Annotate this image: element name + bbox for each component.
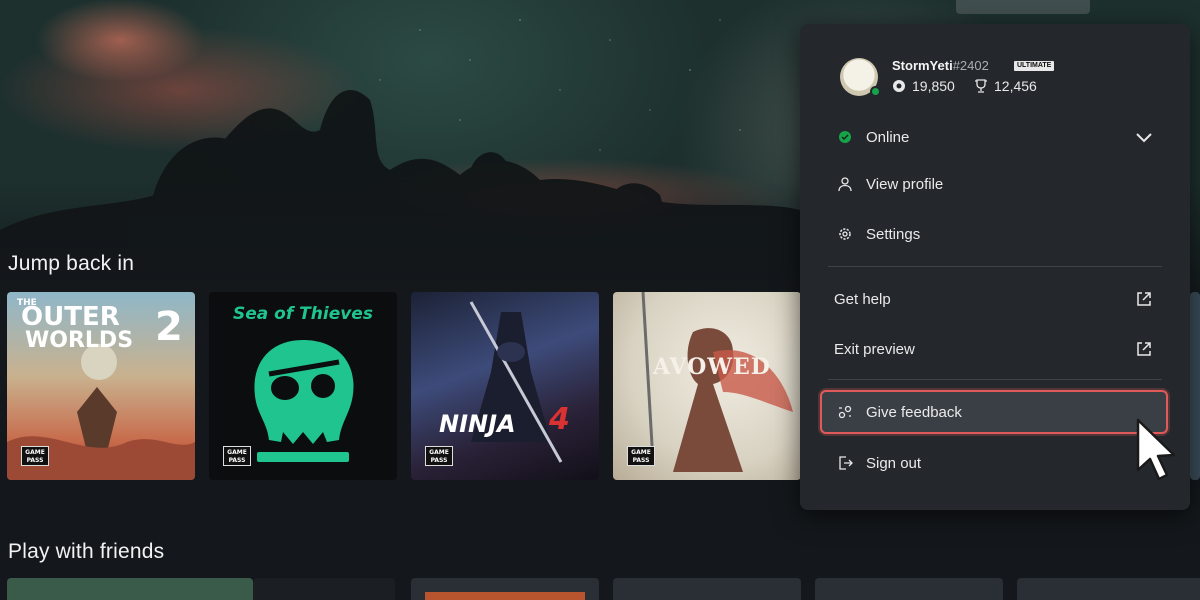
friend-game-tile[interactable]	[613, 578, 801, 600]
game-title-line: OUTER	[21, 302, 120, 332]
get-help-label: Get help	[834, 290, 891, 308]
game-title: Sea of Thieves	[233, 304, 373, 324]
game-title-line: WORLDS	[25, 328, 134, 353]
game-pass-badge: GAME PASS	[627, 446, 655, 466]
play-with-friends-heading: Play with friends	[8, 540, 165, 563]
settings-label: Settings	[866, 225, 921, 243]
status-dot-icon	[834, 126, 856, 148]
chevron-down-icon[interactable]	[1134, 127, 1154, 147]
settings-button[interactable]: Settings	[822, 212, 1168, 256]
gamertag-name: StormYeti	[892, 58, 953, 73]
online-status-dot-icon	[870, 86, 881, 97]
game-tile-outer-worlds-2[interactable]: THE OUTER WORLDS 2 GAME PASS	[7, 292, 195, 480]
sign-out-label: Sign out	[866, 454, 922, 472]
get-help-button[interactable]: Get help	[822, 277, 1168, 321]
friend-game-tile[interactable]	[411, 578, 599, 600]
sign-out-button[interactable]: Sign out	[822, 441, 1168, 485]
rewards-points: 19,850	[892, 78, 955, 94]
feedback-icon	[834, 401, 856, 423]
menu-divider	[828, 266, 1162, 267]
game-title-number: 4	[549, 402, 570, 437]
mouse-cursor-icon	[1136, 418, 1176, 481]
person-icon	[834, 173, 856, 195]
menu-divider	[828, 379, 1162, 380]
external-link-icon	[1137, 342, 1151, 356]
game-tile-partial[interactable]	[1190, 292, 1200, 480]
view-profile-label: View profile	[866, 175, 944, 193]
status-selector[interactable]: Online	[822, 115, 1168, 159]
status-label: Online	[866, 128, 910, 146]
game-title: AVOWED	[653, 354, 771, 380]
external-link-icon	[1137, 292, 1151, 306]
give-feedback-label: Give feedback	[866, 403, 962, 421]
top-nav-button[interactable]	[956, 0, 1090, 14]
exit-preview-label: Exit preview	[834, 340, 915, 358]
gamerscore-value: 12,456	[994, 78, 1037, 94]
gamertag: StormYeti#2402	[892, 58, 989, 73]
game-pass-badge: GAME PASS	[21, 446, 49, 466]
give-feedback-button[interactable]: Give feedback	[820, 390, 1168, 434]
profile-menu: StormYeti#2402 ULTIMATE 19,850 12,456 On…	[800, 24, 1190, 510]
game-title-number: 2	[155, 304, 183, 350]
game-pass-badge: GAME PASS	[425, 446, 453, 466]
game-tile-avowed[interactable]: AVOWED GAME PASS	[613, 292, 801, 480]
gear-icon	[834, 223, 856, 245]
gamertag-suffix: #2402	[952, 58, 989, 73]
view-profile-button[interactable]: View profile	[822, 162, 1168, 206]
ultimate-badge: ULTIMATE	[1014, 61, 1055, 71]
friend-game-tile[interactable]	[815, 578, 1003, 600]
game-title: NINJA	[439, 410, 516, 438]
rewards-icon	[893, 80, 905, 92]
game-tile-ninja-gaiden-4[interactable]: NINJA 4 GAME PASS	[411, 292, 599, 480]
game-pass-badge: GAME PASS	[223, 446, 251, 466]
friend-game-tile[interactable]	[1017, 578, 1200, 600]
exit-preview-button[interactable]: Exit preview	[822, 327, 1168, 371]
friend-game-tile[interactable]	[253, 578, 395, 600]
trophy-icon	[975, 79, 987, 93]
friend-game-tile[interactable]	[7, 578, 253, 600]
game-tile-sea-of-thieves[interactable]: Sea of Thieves GAME PASS	[209, 292, 397, 480]
rewards-points-value: 19,850	[912, 78, 955, 94]
gamerscore: 12,456	[974, 78, 1037, 94]
sign-out-icon	[834, 452, 856, 474]
jump-back-in-heading: Jump back in	[8, 252, 135, 275]
